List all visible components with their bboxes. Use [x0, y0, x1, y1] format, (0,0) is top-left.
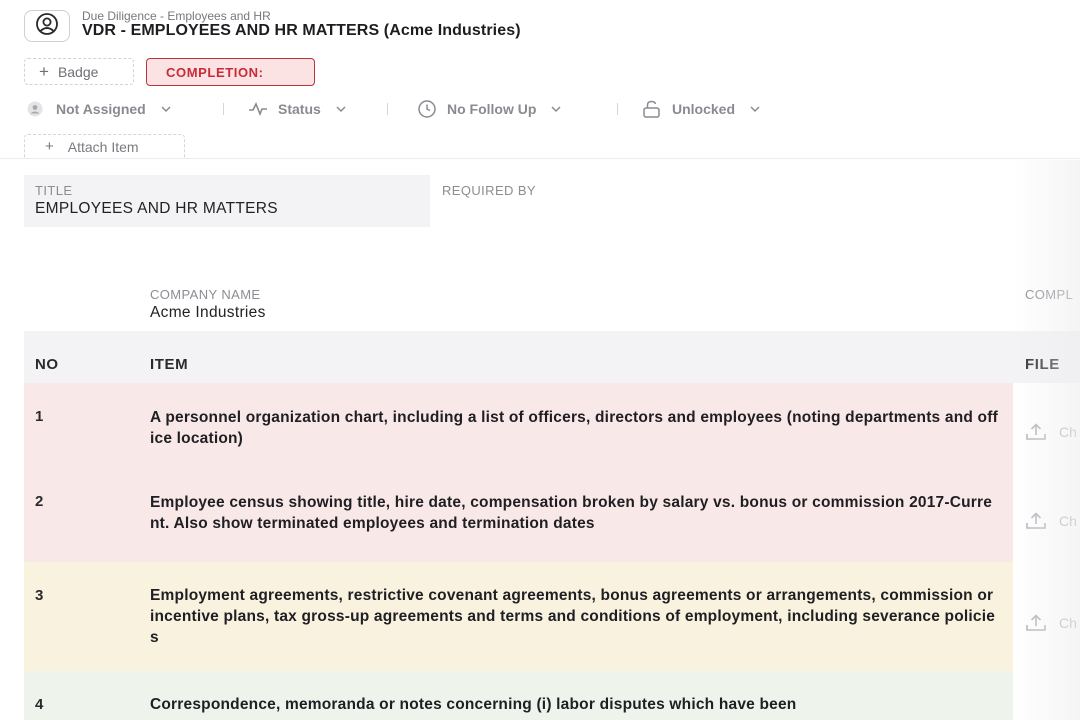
completion-field: COMPL: [1025, 287, 1073, 302]
activity-icon: [248, 101, 268, 117]
file-upload-cell[interactable]: Ch: [1025, 512, 1077, 530]
toolbar-divider: [387, 103, 388, 115]
file-upload-cell[interactable]: Ch: [1025, 614, 1077, 632]
required-by-label: REQUIRED BY: [442, 183, 536, 198]
title-field[interactable]: TITLE EMPLOYEES AND HR MATTERS: [24, 175, 430, 227]
chevron-down-icon: [335, 105, 347, 113]
chevron-down-icon: [749, 105, 761, 113]
add-badge-button[interactable]: + Badge: [24, 58, 134, 85]
required-by-field[interactable]: REQUIRED BY: [442, 183, 536, 198]
plus-icon: +: [45, 138, 54, 155]
follow-up-dropdown[interactable]: No Follow Up: [417, 99, 562, 119]
table-row[interactable]: 1 A personnel organization chart, includ…: [24, 383, 1013, 474]
choose-file-label: Ch: [1059, 424, 1077, 440]
title-field-value[interactable]: EMPLOYEES AND HR MATTERS: [35, 200, 430, 218]
table-row[interactable]: 4 Correspondence, memoranda or notes con…: [24, 671, 1013, 720]
file-upload-cell[interactable]: Ch: [1025, 423, 1077, 441]
assignee-dropdown[interactable]: Not Assigned: [24, 99, 172, 119]
status-label: Status: [278, 101, 321, 117]
header-divider: [0, 158, 1080, 159]
status-dropdown[interactable]: Status: [248, 99, 347, 119]
badge-button-label: Badge: [57, 63, 99, 80]
row-item-text: A personnel organization chart, includin…: [150, 409, 998, 447]
upload-icon: [1025, 512, 1047, 530]
company-name-field[interactable]: COMPANY NAME Acme Industries: [150, 287, 266, 322]
row-item-text: Employment agreements, restrictive coven…: [150, 587, 996, 646]
follow-up-label: No Follow Up: [447, 101, 537, 117]
attach-item-label: Attach Item: [67, 138, 139, 155]
chevron-down-icon: [160, 105, 172, 113]
lock-dropdown[interactable]: Unlocked: [642, 99, 761, 119]
page-title: VDR - EMPLOYEES AND HR MATTERS (Acme Ind…: [82, 22, 521, 39]
upload-icon: [1025, 423, 1047, 441]
row-item-text: Employee census showing title, hire date…: [150, 494, 993, 532]
upload-icon: [1025, 614, 1047, 632]
company-name-label: COMPANY NAME: [150, 287, 261, 302]
attach-item-button[interactable]: + Attach Item: [24, 134, 185, 158]
table-row[interactable]: 3 Employment agreements, restrictive cov…: [24, 562, 1013, 671]
company-name-value[interactable]: Acme Industries: [150, 304, 266, 322]
user-circle-icon: [33, 12, 61, 41]
user-avatar-icon: [24, 101, 46, 117]
title-field-label: TITLE: [35, 183, 73, 198]
row-number: 3: [35, 587, 44, 604]
table-row[interactable]: 2 Employee census showing title, hire da…: [24, 474, 1013, 562]
column-header-file[interactable]: FILE: [1025, 356, 1060, 373]
record-avatar[interactable]: [24, 10, 70, 42]
chevron-down-icon: [550, 105, 562, 113]
row-number: 1: [35, 408, 44, 425]
row-item-text: Correspondence, memoranda or notes conce…: [150, 696, 797, 713]
toolbar-divider: [617, 103, 618, 115]
breadcrumb[interactable]: Due Diligence - Employees and HR: [82, 9, 271, 23]
plus-icon: +: [39, 62, 49, 81]
clock-icon: [417, 100, 437, 118]
row-number: 2: [35, 493, 44, 510]
table-header: NO ITEM FILE: [24, 331, 1080, 383]
column-header-no[interactable]: NO: [35, 356, 59, 373]
completion-badge[interactable]: COMPLETION:: [146, 58, 315, 86]
assignee-label: Not Assigned: [56, 101, 146, 117]
unlock-icon: [642, 100, 662, 118]
completion-field-label: COMPL: [1025, 287, 1074, 302]
lock-label: Unlocked: [672, 101, 736, 117]
choose-file-label: Ch: [1059, 615, 1077, 631]
column-header-item[interactable]: ITEM: [150, 356, 188, 373]
choose-file-label: Ch: [1059, 513, 1077, 529]
toolbar-divider: [223, 103, 224, 115]
row-number: 4: [35, 696, 44, 713]
